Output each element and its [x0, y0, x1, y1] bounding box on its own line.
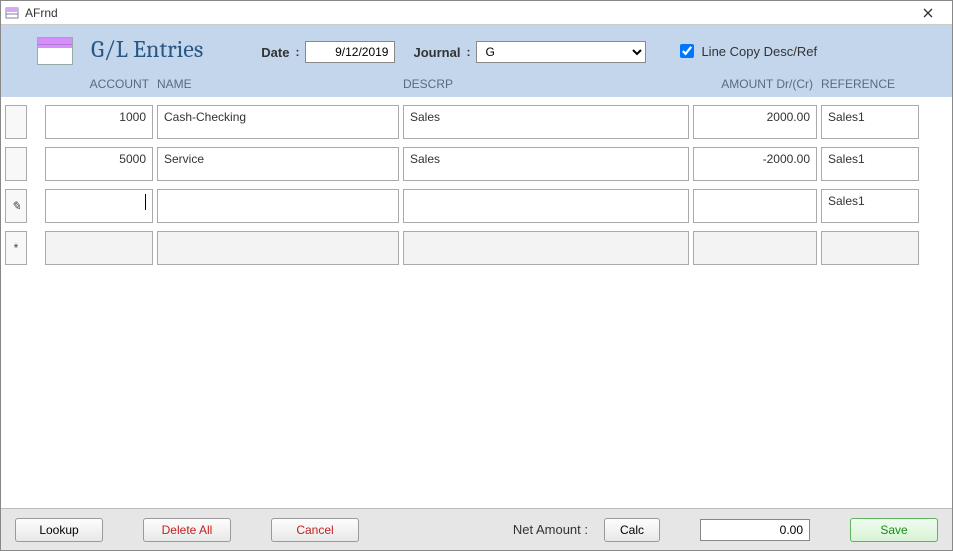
date-field: Date : — [261, 41, 395, 63]
calc-button[interactable]: Calc — [604, 518, 660, 542]
grid-area: 1000 Cash-Checking Sales 2000.00 Sales1 … — [1, 97, 952, 508]
footer-bar: Lookup Delete All Cancel Net Amount : Ca… — [1, 508, 952, 550]
cell-amount[interactable] — [693, 189, 817, 223]
form-window-icon — [5, 6, 19, 20]
table-row-new: * — [1, 231, 952, 265]
linecopy-label: Line Copy Desc/Ref — [701, 44, 817, 59]
pencil-icon: ✎ — [11, 199, 21, 213]
cell-account[interactable]: 5000 — [45, 147, 153, 181]
cell-descrp[interactable] — [403, 231, 689, 265]
table-row: ✎ Sales1 — [1, 189, 952, 223]
col-header-amount: AMOUNT Dr/(Cr) — [689, 75, 817, 93]
close-icon — [923, 8, 933, 18]
delete-all-button[interactable]: Delete All — [143, 518, 231, 542]
col-header-name: NAME — [153, 75, 399, 93]
linecopy-checkbox-wrap[interactable]: Line Copy Desc/Ref — [676, 41, 817, 61]
column-headers: ACCOUNT NAME DESCRP AMOUNT Dr/(Cr) REFER… — [1, 75, 952, 93]
window-title: AFrnd — [25, 6, 58, 20]
linecopy-checkbox[interactable] — [680, 44, 694, 58]
cell-amount[interactable]: -2000.00 — [693, 147, 817, 181]
text-caret — [145, 194, 146, 210]
cancel-button[interactable]: Cancel — [271, 518, 359, 542]
cell-amount[interactable] — [693, 231, 817, 265]
journal-label: Journal — [413, 45, 460, 60]
window-frame: AFrnd G/L Entries Date : Journal : G Lin… — [0, 0, 953, 551]
row-selector[interactable] — [5, 147, 27, 181]
close-button[interactable] — [908, 1, 948, 25]
cell-reference[interactable]: Sales1 — [821, 189, 919, 223]
cell-reference[interactable]: Sales1 — [821, 147, 919, 181]
form-header: G/L Entries Date : Journal : G Line Copy… — [1, 25, 952, 97]
table-row: 5000 Service Sales -2000.00 Sales1 — [1, 147, 952, 181]
cell-name[interactable]: Service — [157, 147, 399, 181]
col-header-descrp: DESCRP — [399, 75, 689, 93]
cell-descrp[interactable]: Sales — [403, 105, 689, 139]
cell-account[interactable] — [45, 231, 153, 265]
titlebar: AFrnd — [1, 1, 952, 25]
cell-account[interactable]: 1000 — [45, 105, 153, 139]
cell-name[interactable] — [157, 189, 399, 223]
row-selector-new[interactable]: * — [5, 231, 27, 265]
cell-descrp[interactable]: Sales — [403, 147, 689, 181]
form-title: G/L Entries — [91, 35, 203, 63]
cell-reference[interactable] — [821, 231, 919, 265]
lookup-button[interactable]: Lookup — [15, 518, 103, 542]
net-amount-input[interactable] — [700, 519, 810, 541]
net-amount-label: Net Amount : — [513, 522, 588, 537]
cell-name[interactable]: Cash-Checking — [157, 105, 399, 139]
row-selector-editing[interactable]: ✎ — [5, 189, 27, 223]
cell-account[interactable] — [45, 189, 153, 223]
cell-descrp[interactable] — [403, 189, 689, 223]
form-logo-icon — [37, 37, 73, 65]
save-button[interactable]: Save — [850, 518, 938, 542]
table-row: 1000 Cash-Checking Sales 2000.00 Sales1 — [1, 105, 952, 139]
col-header-account: ACCOUNT — [45, 75, 153, 93]
col-header-reference: REFERENCE — [817, 75, 917, 93]
cell-amount[interactable]: 2000.00 — [693, 105, 817, 139]
journal-field: Journal : G — [413, 41, 646, 63]
row-selector[interactable] — [5, 105, 27, 139]
journal-select[interactable]: G — [476, 41, 646, 63]
cell-reference[interactable]: Sales1 — [821, 105, 919, 139]
date-label: Date — [261, 45, 289, 60]
cell-name[interactable] — [157, 231, 399, 265]
date-input[interactable] — [305, 41, 395, 63]
